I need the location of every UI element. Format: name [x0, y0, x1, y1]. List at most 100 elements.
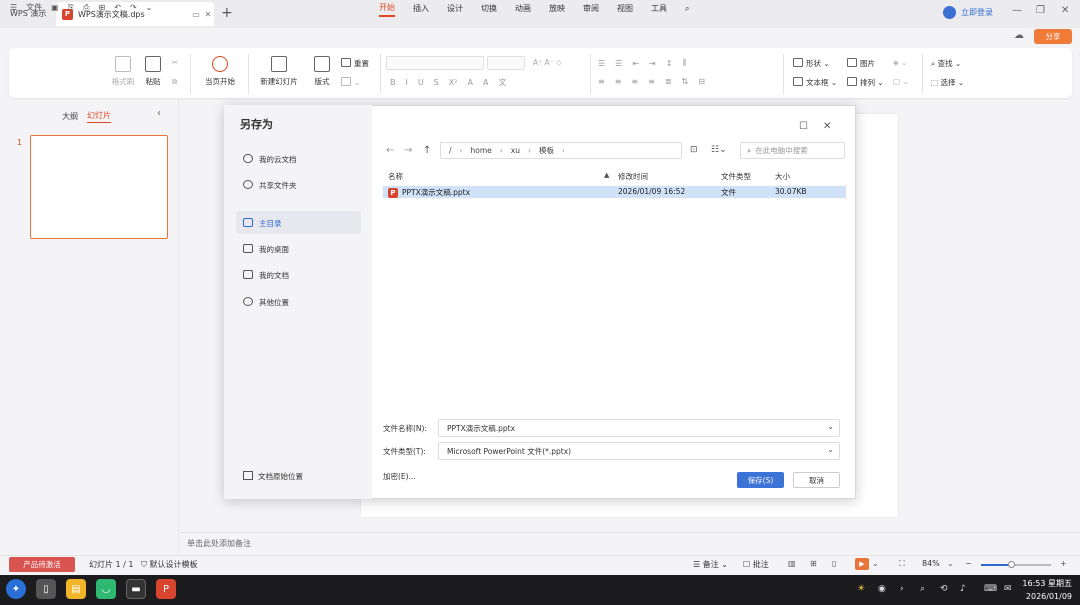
launcher-icon[interactable]: ✦ — [6, 579, 26, 599]
filename-input[interactable]: PPTX演示文稿.pptx ⌄ — [438, 419, 840, 437]
underline-icon[interactable]: U — [418, 78, 424, 87]
keyboard-icon[interactable]: ⌨ — [984, 584, 997, 594]
path-root[interactable]: / — [449, 146, 452, 155]
numbered-list-icon[interactable]: ☰ — [615, 59, 622, 68]
reset-button[interactable]: 重置 — [341, 58, 369, 69]
superscript-icon[interactable]: X² — [449, 78, 458, 87]
cut-icon[interactable]: ✂ — [172, 58, 178, 67]
sort-ascending-icon[interactable]: ▲ — [604, 171, 609, 179]
strikethrough-icon[interactable]: S — [434, 78, 439, 87]
cloud-sync-icon[interactable]: ☁ — [1014, 30, 1024, 41]
increase-indent-icon[interactable]: ⇥ — [649, 59, 656, 68]
tab-tools[interactable]: 工具 — [651, 3, 667, 16]
close-tab-icon[interactable]: ✕ — [202, 10, 214, 19]
tab-review[interactable]: 审阅 — [583, 3, 599, 16]
path-bar[interactable]: / › home › xu › 模板 › — [440, 142, 682, 159]
clock[interactable]: 16:53 星期五 2026/01/09 — [1018, 577, 1072, 603]
new-tab-button[interactable]: + — [221, 4, 233, 22]
slide-thumbnail[interactable] — [30, 135, 168, 239]
columns-icon[interactable]: ⫼ — [682, 58, 686, 68]
restore-icon[interactable]: ❐ — [1036, 5, 1045, 16]
hamburger-icon[interactable]: ☰ — [10, 3, 17, 12]
sidebar-item-home[interactable]: 主目录 — [243, 218, 282, 229]
sidebar-item-shared[interactable]: 共享文件夹 — [243, 180, 297, 191]
section-button[interactable]: ⌄ — [341, 77, 360, 87]
save-icon[interactable]: ▣ — [51, 3, 59, 12]
up-icon[interactable]: ↑ — [423, 145, 431, 156]
tab-slideshow[interactable]: 放映 — [549, 3, 565, 16]
shape-button[interactable]: 形状 ⌄ — [793, 58, 830, 69]
path-home[interactable]: home — [471, 146, 492, 155]
activate-badge[interactable]: 产品待激活 — [9, 557, 75, 572]
chat-icon[interactable]: ▭ — [190, 10, 202, 19]
column-name[interactable]: 名称 — [388, 171, 403, 182]
fit-window-icon[interactable]: ⛶ — [899, 559, 905, 569]
slideshow-play-icon[interactable]: ▶ — [855, 558, 869, 570]
file-menu[interactable]: 文件 — [26, 2, 42, 13]
column-size[interactable]: 大小 — [775, 171, 790, 182]
file-manager-icon[interactable]: ▤ — [66, 579, 86, 599]
zoom-in-icon[interactable]: + — [1060, 559, 1067, 568]
sidebar-item-cloud[interactable]: 我的云文档 — [243, 154, 297, 165]
decrease-indent-icon[interactable]: ⇤ — [632, 59, 639, 68]
column-type[interactable]: 文件类型 — [721, 171, 751, 182]
chevron-down-icon[interactable]: ⌄ — [827, 422, 834, 431]
chevron-down-icon[interactable]: ⌄ — [827, 445, 834, 454]
tab-animation[interactable]: 动画 — [515, 3, 531, 16]
new-folder-icon[interactable]: ⊡ — [690, 145, 698, 155]
filetype-select[interactable]: Microsoft PowerPoint 文件(*.pptx) ⌄ — [438, 442, 840, 460]
character-spacing-icon[interactable]: 文 — [498, 77, 506, 88]
back-icon[interactable]: ← — [386, 145, 394, 156]
view-mode-icon[interactable]: ☷⌄ — [711, 145, 727, 155]
search-icon[interactable]: ⌕ — [685, 4, 689, 16]
cancel-button[interactable]: 取消 — [793, 472, 840, 488]
close-window-icon[interactable]: ✕ — [1061, 5, 1069, 16]
reading-view-icon[interactable]: ▯ — [832, 559, 836, 568]
maximize-dialog-icon[interactable]: ☐ — [799, 121, 808, 132]
tab-slides[interactable]: 幻灯片 — [87, 110, 111, 123]
network-icon[interactable]: ⟲ — [940, 584, 948, 594]
tab-home[interactable]: 开始 — [379, 2, 395, 17]
volume-icon[interactable]: ♪ — [960, 584, 966, 594]
text-direction-icon[interactable]: ⇅ — [682, 77, 689, 86]
normal-view-icon[interactable]: ▥ — [788, 559, 796, 568]
app-store-icon[interactable]: ◡ — [96, 579, 116, 599]
export-icon[interactable]: ⎘ — [68, 3, 74, 13]
template-button[interactable]: ⛉ 默认设计模板 — [141, 559, 198, 570]
align-left-icon[interactable]: ≡ — [598, 77, 605, 86]
encrypt-button[interactable]: 加密(E)... — [383, 471, 416, 482]
play-from-current-button[interactable]: 当页开始 — [199, 56, 241, 87]
find-button[interactable]: ⌕ 查找 ⌄ — [931, 58, 961, 69]
bullet-list-icon[interactable]: ☰ — [598, 59, 605, 68]
distribute-icon[interactable]: ≣ — [665, 77, 672, 86]
justify-icon[interactable]: ≡ — [648, 77, 655, 86]
font-color-icon[interactable]: A — [467, 78, 472, 87]
select-button[interactable]: ⬚ 选择 ⌄ — [931, 77, 964, 88]
multitask-icon[interactable]: ▯ — [36, 579, 56, 599]
undo-icon[interactable]: ↶ — [114, 3, 121, 12]
close-dialog-icon[interactable]: ✕ — [823, 121, 831, 132]
sidebar-item-desktop[interactable]: 我的桌面 — [243, 244, 289, 255]
redo-icon[interactable]: ↷ — [130, 3, 137, 12]
tab-insert[interactable]: 插入 — [413, 3, 429, 16]
column-modified[interactable]: 修改时间 — [618, 171, 648, 182]
align-text-icon[interactable]: ⊟ — [698, 77, 705, 86]
notes-toggle[interactable]: ☰ 备注 ⌄ — [693, 559, 728, 570]
tab-transition[interactable]: 切换 — [481, 3, 497, 16]
italic-icon[interactable]: I — [406, 78, 408, 87]
login-button[interactable]: 立即登录 — [943, 6, 993, 19]
picture-button[interactable]: 图片 — [847, 58, 875, 69]
brightness-icon[interactable]: ☀ — [857, 584, 865, 594]
tray-expand-icon[interactable]: › — [900, 584, 904, 594]
zoom-level[interactable]: 84% — [922, 559, 940, 568]
collapse-panel-icon[interactable]: ‹ — [157, 108, 161, 119]
play-options-icon[interactable]: ⌄ — [872, 559, 879, 568]
textbox-button[interactable]: 文本框 ⌄ — [793, 77, 837, 88]
minimize-icon[interactable]: — — [1012, 5, 1022, 16]
more-chevron-icon[interactable]: ⌄ — [146, 3, 153, 12]
file-name-cell[interactable]: P PPTX演示文稿.pptx — [388, 187, 470, 198]
bold-icon[interactable]: B — [390, 78, 396, 87]
copy-icon[interactable]: ⧉ — [172, 77, 177, 87]
tab-design[interactable]: 设计 — [447, 3, 463, 16]
original-location-button[interactable]: 文档原始位置 — [243, 471, 303, 482]
